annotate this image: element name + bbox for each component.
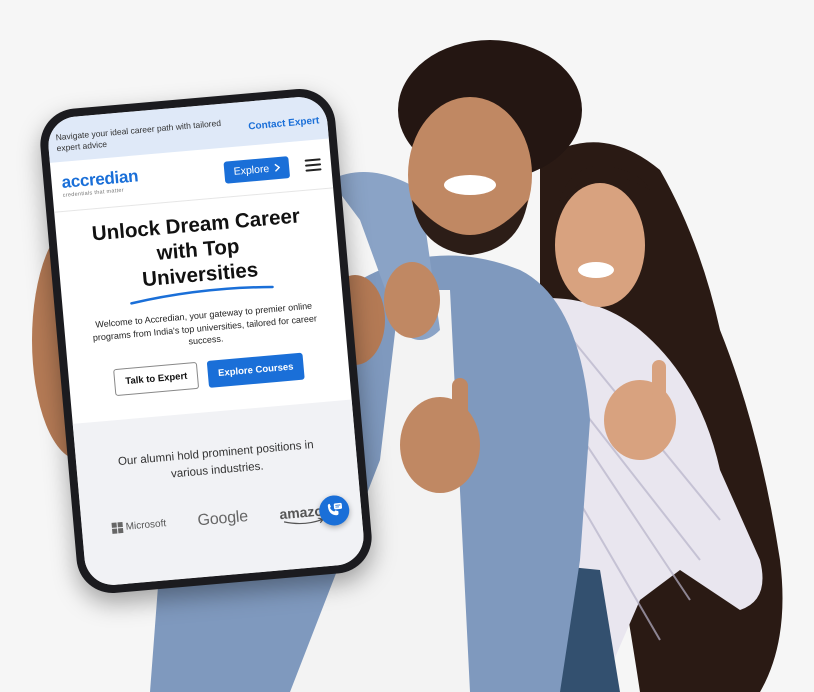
alumni-text: Our alumni hold prominent positions in v…: [117, 439, 315, 481]
explore-button[interactable]: Explore: [223, 155, 291, 184]
chat-phone-icon: [327, 502, 343, 516]
hero-section: Unlock Dream Career with Top Universitie…: [54, 188, 349, 399]
phone-screen: Navigate your ideal career path with tai…: [46, 94, 366, 588]
contact-expert-link[interactable]: Contact Expert: [248, 115, 320, 132]
google-logo: Google: [196, 507, 249, 529]
microsoft-logo-text: Microsoft: [125, 518, 167, 533]
hero-subtitle: Welcome to Accredian, your gateway to pr…: [92, 300, 318, 347]
chevron-right-icon: [274, 163, 281, 172]
explore-courses-button[interactable]: Explore Courses: [207, 352, 305, 388]
explore-button-label: Explore: [233, 162, 270, 178]
hero-title: Unlock Dream Career with Top Universitie…: [67, 201, 329, 298]
microsoft-grid-icon: [111, 521, 124, 534]
brand-logo[interactable]: accredian credentials that matter: [61, 160, 218, 199]
phone-mockup: Navigate your ideal career path with tai…: [37, 86, 375, 596]
cta-row: Talk to Expert Explore Courses: [80, 350, 337, 399]
alumni-section: Our alumni hold prominent positions in v…: [72, 399, 366, 588]
talk-to-expert-button[interactable]: Talk to Expert: [113, 361, 200, 396]
hamburger-menu-icon[interactable]: [304, 157, 322, 172]
microsoft-logo: Microsoft: [111, 518, 167, 534]
